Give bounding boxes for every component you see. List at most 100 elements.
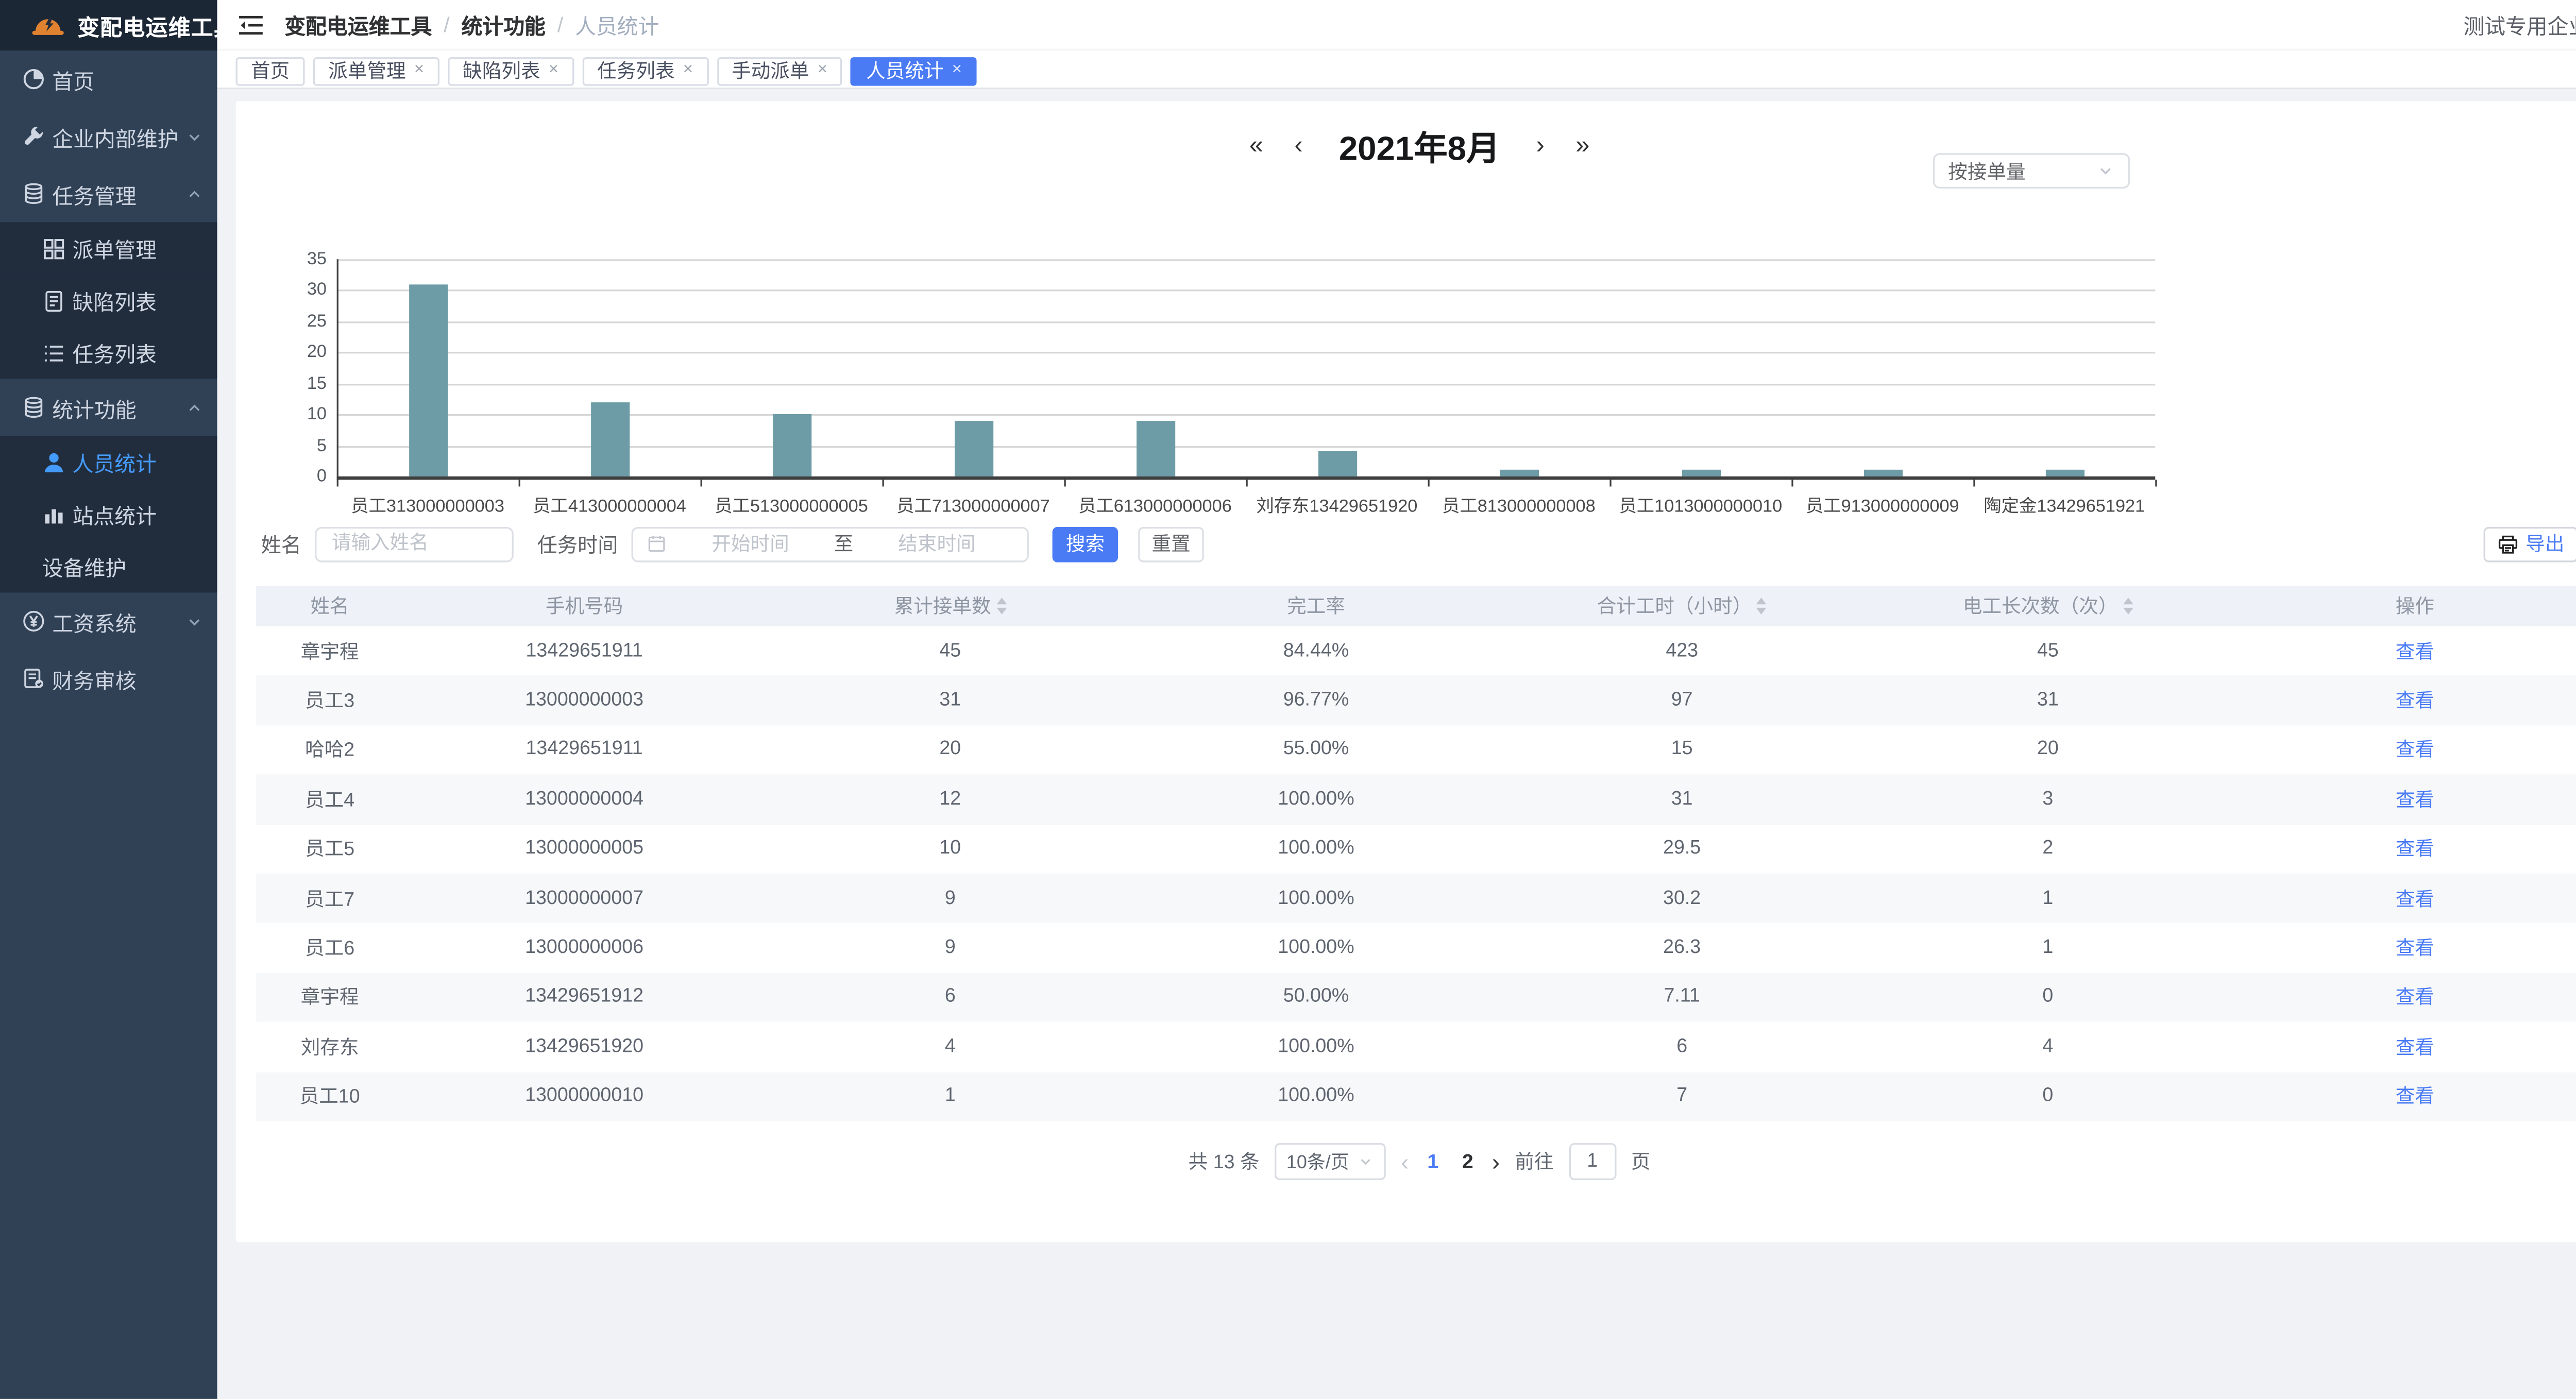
prev-month-button[interactable]: ‹ [1294,131,1302,160]
goto-page-input[interactable] [1569,1143,1616,1180]
bar-员工713000000007 [954,420,992,476]
tab-派单管理[interactable]: 派单管理 × [313,56,439,85]
printer-icon [2497,533,2519,554]
view-link[interactable]: 查看 [2396,1038,2434,1059]
view-link[interactable]: 查看 [2396,642,2434,662]
table-body: 章宇程134296519114584.44%42345查看员工313000000… [256,626,2576,1121]
next-page-button[interactable]: › [1492,1150,1500,1173]
page-number-2[interactable]: 2 [1459,1150,1477,1173]
sidebar-item-首页[interactable]: 首页 [0,50,217,108]
tab-label: 派单管理 [328,57,405,84]
metric-select[interactable]: 按接单量 [1933,153,2130,189]
sort-carets-icon[interactable] [2123,598,2133,615]
name-input[interactable] [315,526,514,561]
export-button[interactable]: 导出 [2484,526,2576,561]
view-link[interactable]: 查看 [2396,791,2434,811]
tab-首页[interactable]: 首页 [236,56,305,85]
close-icon[interactable]: × [683,62,693,79]
view-link[interactable]: 查看 [2396,890,2434,910]
table-row: 员工41300000000412100.00%313查看 [256,775,2576,824]
sidebar-item-设备维护[interactable]: 设备维护 [0,540,217,592]
view-link[interactable]: 查看 [2396,692,2434,712]
view-link[interactable]: 查看 [2396,989,2434,1009]
breadcrumb-item[interactable]: 变配电运维工具 [284,8,432,40]
column-header-手机号码: 手机号码 [404,592,765,619]
date-range-picker[interactable]: 开始时间 至 结束时间 [632,526,1029,561]
tab-人员统计[interactable]: 人员统计× [851,56,977,85]
table-row: 员工6130000000069100.00%26.31查看 [256,923,2576,973]
document-icon [42,288,66,312]
app-logo: 变配电运维工具 [0,0,217,50]
company-dropdown[interactable]: 测试专用企业 [2463,8,2576,40]
table-cell-action: 查看 [2228,687,2576,714]
tab-手动派单[interactable]: 手动派单× [717,56,843,85]
column-header-合计工时（小时）[interactable]: 合计工时（小时） [1497,592,1867,619]
table-cell: 员工10 [256,1083,404,1110]
close-icon[interactable]: × [549,62,558,79]
table-cell: 13000000005 [404,839,765,859]
breadcrumb-item[interactable]: 统计功能 [461,8,545,40]
prev-year-button[interactable]: « [1249,131,1263,160]
chevron-down-icon [2096,162,2115,180]
table-cell-action: 查看 [2228,1083,2576,1110]
gridline [337,352,2156,354]
sidebar-item-工资系统[interactable]: 工资系统 [0,592,217,650]
table-cell: 3 [1867,789,2228,809]
table-cell: 7.11 [1497,987,1867,1008]
column-header-电工长次数（次）[interactable]: 电工长次数（次） [1867,592,2228,619]
app-window: 变配电运维工具 首页企业内部维护任务管理派单管理缺陷列表任务列表统计功能人员统计… [0,0,2576,1399]
pagination: 共 13 条 10条/页 ‹ 12 › 前往 页 [236,1143,2576,1180]
search-button[interactable]: 搜索 [1053,526,1118,561]
sidebar-item-任务列表[interactable]: 任务列表 [0,327,217,379]
next-month-button[interactable]: › [1536,131,1544,160]
sidebar-item-缺陷列表[interactable]: 缺陷列表 [0,275,217,327]
sidebar-item-人员统计[interactable]: 人员统计 [0,436,217,488]
gridline [337,290,2156,292]
x-axis-category-label: 员工613000000006 [1064,493,1246,519]
sidebar-item-财务审核[interactable]: 财务审核 [0,650,217,707]
x-axis-tick [883,480,884,486]
sidebar-item-站点统计[interactable]: 站点统计 [0,488,217,540]
table-row: 员工3130000000033196.77%9731查看 [256,676,2576,725]
tab-label: 任务列表 [597,57,674,84]
x-axis-category-label: 员工313000000003 [337,493,519,519]
tab-任务列表[interactable]: 任务列表 × [582,56,708,85]
sidebar-collapse-icon[interactable] [238,13,264,37]
end-time-placeholder[interactable]: 结束时间 [860,530,1013,557]
table-cell: 1 [1867,888,2228,908]
close-icon[interactable]: × [414,62,424,79]
tab-缺陷列表[interactable]: 缺陷列表× [448,56,574,85]
sidebar-item-统计功能[interactable]: 统计功能 [0,379,217,436]
page-size-select[interactable]: 10条/页 [1275,1143,1386,1180]
x-axis-tick [701,480,702,486]
table-cell: 13429651911 [404,641,765,661]
start-time-placeholder[interactable]: 开始时间 [673,530,827,557]
prev-page-button[interactable]: ‹ [1401,1150,1409,1173]
close-icon[interactable]: × [818,62,827,79]
table-cell: 13000000010 [404,1086,765,1106]
total-count-label: 共 13 条 [1189,1148,1260,1175]
table-cell: 13000000004 [404,789,765,809]
table-cell-action: 查看 [2228,934,2576,961]
sort-carets-icon[interactable] [1757,598,1767,615]
chevron-up-icon [185,184,204,203]
sidebar-item-派单管理[interactable]: 派单管理 [0,222,217,274]
range-separator: 至 [834,530,854,557]
sort-carets-icon[interactable] [996,598,1006,615]
view-link[interactable]: 查看 [2396,742,2434,762]
reset-button[interactable]: 重置 [1138,526,1204,561]
sidebar-item-企业内部维护[interactable]: 企业内部维护 [0,108,217,165]
view-link[interactable]: 查看 [2396,841,2434,861]
sidebar: 变配电运维工具 首页企业内部维护任务管理派单管理缺陷列表任务列表统计功能人员统计… [0,0,217,1399]
sidebar-item-任务管理[interactable]: 任务管理 [0,165,217,222]
view-link[interactable]: 查看 [2396,1088,2434,1108]
x-axis-category-label: 陶定金13429651921 [1973,493,2155,519]
x-axis-category-label: 员工713000000007 [883,493,1064,519]
column-header-累计接单数[interactable]: 累计接单数 [765,592,1136,619]
tab-label: 首页 [251,57,290,84]
table-cell: 100.00% [1136,937,1497,958]
close-icon[interactable]: × [952,62,962,79]
view-link[interactable]: 查看 [2396,940,2434,960]
page-number-1[interactable]: 1 [1424,1150,1442,1173]
next-year-button[interactable]: » [1575,131,1589,160]
